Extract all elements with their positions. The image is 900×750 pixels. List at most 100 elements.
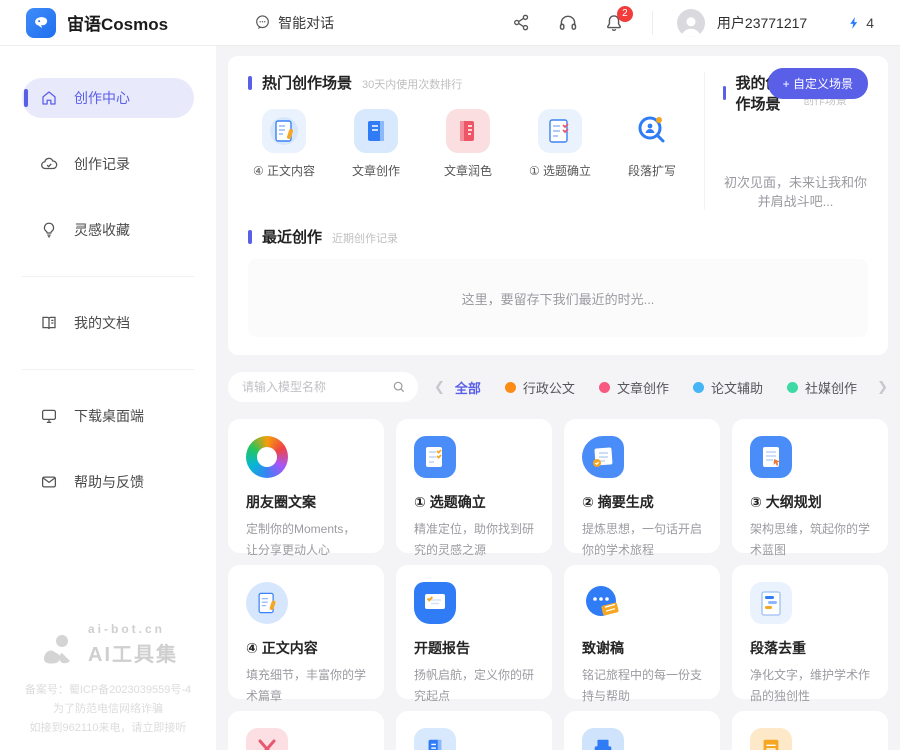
- sidebar-item-inspiration-favorites[interactable]: 灵感收藏: [22, 210, 194, 250]
- book-icon: [40, 314, 58, 332]
- hot-scene-topic-selection[interactable]: ① 选题确立: [524, 109, 596, 179]
- card-partial-3[interactable]: [564, 711, 720, 750]
- model-search: [228, 372, 418, 402]
- hot-scenes-section: 热门创作场景 30天内使用次数排行 ④ 正文内容 文章创作: [248, 72, 705, 210]
- category-dot: [787, 382, 798, 393]
- recent-empty-text: 这里，要留存下我们最近的时光...: [462, 289, 655, 308]
- tab-social-media[interactable]: 社媒创作: [787, 378, 857, 397]
- model-filter-bar: ❮ 全部 行政公文 文章创作 论文辅助 社媒创作 工作提 ❯: [228, 371, 888, 403]
- brand-domain: ai-bot.cn: [88, 622, 178, 636]
- recent-empty-area: 这里，要留存下我们最近的时光...: [248, 259, 868, 337]
- energy-count: 4: [866, 15, 874, 31]
- hot-scene-article-polish[interactable]: 文章润色: [432, 109, 504, 179]
- app-header: 宙语Cosmos 智能对话 2 用户23771217 4: [0, 0, 900, 46]
- tab-all[interactable]: 全部: [455, 378, 481, 397]
- my-scenes-empty-text: 初次见面，未来让我和你并肩战斗吧...: [723, 172, 868, 210]
- model-cards-grid: 朋友圈文案 定制你的Moments，让分享更动人心 ① 选题确立 精准定位，助你…: [228, 419, 888, 750]
- card-moments-copy[interactable]: 朋友圈文案 定制你的Moments，让分享更动人心: [228, 419, 384, 553]
- mail-icon: [40, 473, 58, 491]
- fraud-notice-2: 如接到962110来电，请立即接听: [0, 719, 216, 738]
- section-accent-bar: [248, 230, 252, 244]
- icp-record: 备案号：蜀ICP备2023039559号-4: [0, 681, 216, 700]
- custom-scene-button[interactable]: + 自定义场景: [768, 68, 868, 99]
- document-cursor-icon: [750, 436, 792, 478]
- blue-book-icon: [354, 109, 398, 153]
- tabs-scroll-left-icon[interactable]: ❮: [434, 379, 445, 395]
- recent-creations-section: 最近创作 近期创作记录 这里，要留存下我们最近的时光...: [248, 226, 868, 337]
- hot-scenes-subtitle: 30天内使用次数排行: [362, 76, 462, 92]
- recent-subtitle: 近期创作记录: [332, 230, 398, 246]
- sidebar-divider: [22, 369, 194, 370]
- tab-article-writing[interactable]: 文章创作: [599, 378, 669, 397]
- username-label[interactable]: 用户23771217: [717, 13, 807, 33]
- cloud-icon: [40, 155, 58, 173]
- hot-scene-article-writing[interactable]: 文章创作: [340, 109, 412, 179]
- user-avatar[interactable]: [677, 9, 705, 37]
- card-partial-2[interactable]: [396, 711, 552, 750]
- clipboard-pencil-icon: [262, 109, 306, 153]
- clipboard-check-icon: [414, 436, 456, 478]
- sidebar-item-creation-center[interactable]: 创作中心: [22, 78, 194, 118]
- nav-smart-chat[interactable]: 智能对话: [254, 13, 334, 33]
- moments-ring-icon: [246, 436, 288, 478]
- card-paragraph-dedupe[interactable]: 段落去重 净化文字，维护学术作品的独创性: [732, 565, 888, 699]
- sidebar-footer: ai-bot.cn AI工具集 备案号：蜀ICP备2023039559号-4 为…: [0, 622, 216, 738]
- sidebar: 创作中心 创作记录 灵感收藏 我的文档 下载桌面端 帮助与反馈 ai-bot.c…: [0, 46, 216, 750]
- blue-book-icon: [414, 728, 456, 750]
- chat-card-icon: [582, 582, 624, 624]
- card-outline-planning[interactable]: ③ 大纲规划 架构思维，筑起你的学术蓝图: [732, 419, 888, 553]
- crossed-utensils-icon: [246, 728, 288, 750]
- chat-bubble-icon: [254, 14, 271, 31]
- header-divider: [652, 11, 653, 35]
- my-scenes-section: 我的创作场景 收藏/新建的创作场景 + 自定义场景 初次见面，未来让我和你并肩战…: [705, 72, 868, 210]
- monitor-icon: [40, 407, 58, 425]
- tab-paper-assist[interactable]: 论文辅助: [693, 378, 763, 397]
- card-opening-report[interactable]: 开题报告 扬帆启航，定义你的研究起点: [396, 565, 552, 699]
- card-acknowledgement[interactable]: 致谢稿 铭记旅程中的每一份支持与帮助: [564, 565, 720, 699]
- app-title: 宙语Cosmos: [67, 10, 168, 35]
- card-abstract-generation[interactable]: ② 摘要生成 提炼思想，一句话开启你的学术旅程: [564, 419, 720, 553]
- tabs-scroll-right-icon[interactable]: ❯: [877, 379, 888, 395]
- main-content: 热门创作场景 30天内使用次数排行 ④ 正文内容 文章创作: [216, 46, 900, 750]
- category-dot: [599, 382, 610, 393]
- app-logo-icon: [26, 8, 56, 38]
- sidebar-item-label: 灵感收藏: [74, 220, 130, 240]
- sidebar-item-download-desktop[interactable]: 下载桌面端: [22, 396, 194, 436]
- sidebar-item-creation-records[interactable]: 创作记录: [22, 144, 194, 184]
- magnifier-person-icon: [630, 109, 674, 153]
- lightning-bolt-icon: [847, 15, 861, 31]
- card-partial-1[interactable]: [228, 711, 384, 750]
- hot-scene-body-content[interactable]: ④ 正文内容: [248, 109, 320, 179]
- section-accent-bar: [723, 86, 726, 100]
- hot-scene-paragraph-expand[interactable]: 段落扩写: [616, 109, 688, 179]
- sidebar-item-my-documents[interactable]: 我的文档: [22, 303, 194, 343]
- search-input[interactable]: [228, 372, 418, 402]
- brand-name: AI工具集: [88, 638, 178, 667]
- category-tabs: 全部 行政公文 文章创作 论文辅助 社媒创作 工作提: [455, 378, 869, 397]
- share-icon[interactable]: [512, 13, 532, 33]
- card-topic-selection[interactable]: ① 选题确立 精准定位，助你找到研究的灵感之源: [396, 419, 552, 553]
- card-body-content[interactable]: ④ 正文内容 填充细节，丰富你的学术篇章: [228, 565, 384, 699]
- home-icon: [40, 89, 58, 107]
- hot-scenes-title: 热门创作场景: [262, 72, 352, 93]
- scenes-panel: 热门创作场景 30天内使用次数排行 ④ 正文内容 文章创作: [228, 56, 888, 355]
- card-partial-4[interactable]: [732, 711, 888, 750]
- nav-smart-chat-label: 智能对话: [278, 13, 334, 33]
- energy-counter[interactable]: 4: [847, 15, 874, 31]
- category-dot: [693, 382, 704, 393]
- document-highlight-icon: [750, 582, 792, 624]
- sidebar-item-label: 下载桌面端: [74, 406, 144, 426]
- headset-icon[interactable]: [558, 13, 578, 33]
- sidebar-item-label: 我的文档: [74, 313, 130, 333]
- recent-title: 最近创作: [262, 226, 322, 247]
- orange-book-icon: [750, 728, 792, 750]
- tab-official-documents[interactable]: 行政公文: [505, 378, 575, 397]
- board-check-icon: [414, 582, 456, 624]
- sidebar-item-label: 创作记录: [74, 154, 130, 174]
- clipboard-check-icon: [538, 109, 582, 153]
- clipboard-pencil-icon: [246, 582, 288, 624]
- notification-bell-icon[interactable]: 2: [604, 13, 624, 33]
- sidebar-item-help-feedback[interactable]: 帮助与反馈: [22, 462, 194, 502]
- search-icon[interactable]: [392, 380, 406, 394]
- fraud-notice-1: 为了防范电信网络诈骗: [0, 700, 216, 719]
